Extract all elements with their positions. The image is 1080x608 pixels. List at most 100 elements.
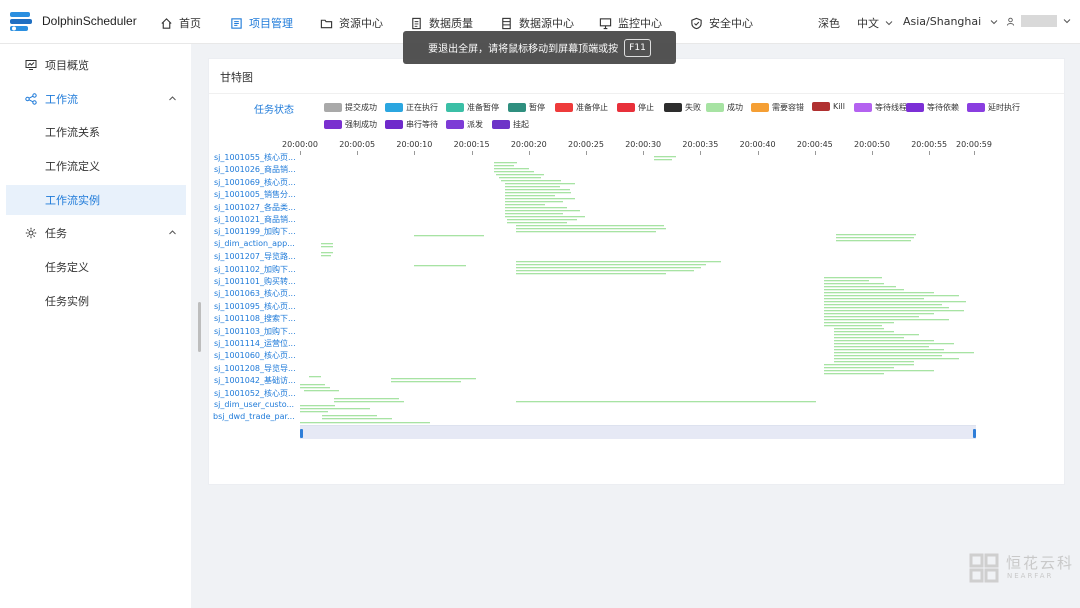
sidebar-item-workflow[interactable]: 工作流 <box>0 84 186 114</box>
language-select[interactable]: 中文 <box>857 15 893 31</box>
gantt-bar[interactable] <box>824 319 949 321</box>
task-row-label[interactable]: sj_1001055_核心页... <box>214 152 296 163</box>
gantt-bar[interactable] <box>516 261 721 263</box>
gantt-bar[interactable] <box>507 222 567 224</box>
gantt-bar[interactable] <box>321 243 333 245</box>
gantt-bar[interactable] <box>505 207 567 209</box>
task-row-label[interactable]: sj_1001027_各品类... <box>214 202 296 213</box>
nav-home[interactable]: 首页 <box>160 15 201 31</box>
gantt-bar[interactable] <box>414 265 466 267</box>
gantt-bar[interactable] <box>321 252 333 254</box>
gantt-bar[interactable] <box>824 307 949 309</box>
gantt-bar[interactable] <box>824 298 924 300</box>
gantt-bar[interactable] <box>516 231 656 233</box>
gantt-bar[interactable] <box>334 398 399 400</box>
sidebar-item-workflow-relation[interactable]: 工作流关系 <box>0 117 186 147</box>
gantt-bar[interactable] <box>516 273 666 275</box>
gantt-bar[interactable] <box>824 304 942 306</box>
gantt-bar[interactable] <box>516 267 701 269</box>
gantt-bar[interactable] <box>834 328 884 330</box>
gantt-bar[interactable] <box>300 411 328 413</box>
legend-item[interactable]: 提交成功 <box>324 102 377 113</box>
task-row-label[interactable]: sj_1001101_购买转... <box>214 276 296 287</box>
gantt-bar[interactable] <box>501 180 561 182</box>
task-row-label[interactable]: sj_1001108_搜索下... <box>214 313 296 324</box>
gantt-bar[interactable] <box>654 156 676 158</box>
task-row-label[interactable]: sj_1001060_核心页... <box>214 350 296 361</box>
gantt-bar[interactable] <box>516 225 664 227</box>
gantt-bar[interactable] <box>824 292 934 294</box>
nav-project[interactable]: 项目管理 <box>230 15 293 31</box>
timezone-select[interactable]: Asia/Shanghai <box>903 15 998 28</box>
gantt-bar[interactable] <box>494 171 534 173</box>
gantt-bar[interactable] <box>505 198 575 200</box>
sidebar-item-task-definition[interactable]: 任务定义 <box>0 252 186 282</box>
legend-item[interactable]: 准备暂停 <box>446 102 499 113</box>
user-menu[interactable] <box>1006 15 1071 27</box>
gantt-bar[interactable] <box>505 183 575 185</box>
gantt-bar[interactable] <box>834 337 904 339</box>
gantt-bar[interactable] <box>834 346 929 348</box>
gantt-bar[interactable] <box>824 313 934 315</box>
gantt-bar[interactable] <box>824 301 966 303</box>
task-row-label[interactable]: sj_1001102_加购下... <box>214 264 296 275</box>
gantt-bar[interactable] <box>824 295 959 297</box>
legend-item[interactable]: 等待依赖 <box>906 102 959 113</box>
gantt-bar[interactable] <box>836 237 914 239</box>
gantt-bar[interactable] <box>300 384 325 386</box>
legend-item[interactable]: 等待线程 <box>854 102 907 113</box>
gantt-bar[interactable] <box>834 352 974 354</box>
task-row-label[interactable]: sj_dim_action_app... <box>214 239 295 248</box>
slider-handle-left[interactable] <box>300 429 303 438</box>
gantt-bar[interactable] <box>391 381 461 383</box>
task-row-label[interactable]: sj_1001208_导览导... <box>214 363 296 374</box>
gantt-bar[interactable] <box>494 168 529 170</box>
gantt-bar[interactable] <box>322 415 377 417</box>
gantt-bar[interactable] <box>505 195 555 197</box>
gantt-bar[interactable] <box>505 216 585 218</box>
gantt-bar[interactable] <box>516 270 694 272</box>
gantt-bar[interactable] <box>834 334 919 336</box>
task-row-label[interactable]: sj_1001199_加购下... <box>214 226 296 237</box>
gantt-bar[interactable] <box>824 280 869 282</box>
gantt-bar[interactable] <box>834 340 934 342</box>
gantt-bar[interactable] <box>836 240 911 242</box>
gantt-bar[interactable] <box>300 387 330 389</box>
gantt-bar[interactable] <box>824 277 882 279</box>
gantt-bar[interactable] <box>834 349 944 351</box>
task-row-label[interactable]: bsj_dwd_trade_par... <box>213 412 295 421</box>
task-row-label[interactable]: sj_1001005_销售分... <box>214 189 296 200</box>
legend-item[interactable]: 需要容错 <box>751 102 804 113</box>
gantt-bar[interactable] <box>516 401 816 403</box>
sidebar-scrollbar[interactable] <box>198 302 201 352</box>
nav-monitor[interactable]: 监控中心 <box>599 15 662 31</box>
task-row-label[interactable]: sj_1001207_导览路... <box>214 251 296 262</box>
task-row-label[interactable]: sj_dim_user_custo... <box>214 400 294 409</box>
gantt-bar[interactable] <box>494 162 517 164</box>
gantt-bar[interactable] <box>414 235 484 237</box>
legend-item[interactable]: 派发 <box>446 119 483 130</box>
gantt-bar[interactable] <box>499 177 541 179</box>
gantt-bar[interactable] <box>505 186 560 188</box>
task-row-label[interactable]: sj_1001114_运营位... <box>214 338 296 349</box>
sidebar-item-workflow-instance[interactable]: 工作流实例 <box>6 185 186 215</box>
legend-item[interactable]: 正在执行 <box>385 102 438 113</box>
gantt-bar[interactable] <box>496 174 544 176</box>
task-row-label[interactable]: sj_1001069_核心页... <box>214 177 296 188</box>
task-row-label[interactable]: sj_1001026_商品销... <box>214 164 296 175</box>
gantt-bar[interactable] <box>304 390 339 392</box>
gantt-bar[interactable] <box>824 316 919 318</box>
gantt-bar[interactable] <box>516 228 666 230</box>
legend-item[interactable]: Kill <box>812 102 845 111</box>
gantt-bar[interactable] <box>824 286 896 288</box>
gantt-bar[interactable] <box>300 408 370 410</box>
legend-item[interactable]: 挂起 <box>492 119 529 130</box>
gantt-bar[interactable] <box>824 310 964 312</box>
gantt-bar[interactable] <box>505 210 580 212</box>
gantt-bar[interactable] <box>824 367 894 369</box>
gantt-bar[interactable] <box>334 401 404 403</box>
gantt-bar[interactable] <box>391 378 476 380</box>
gantt-bar[interactable] <box>824 289 904 291</box>
task-row-label[interactable]: sj_1001063_核心页... <box>214 288 296 299</box>
legend-item[interactable]: 延时执行 <box>967 102 1020 113</box>
